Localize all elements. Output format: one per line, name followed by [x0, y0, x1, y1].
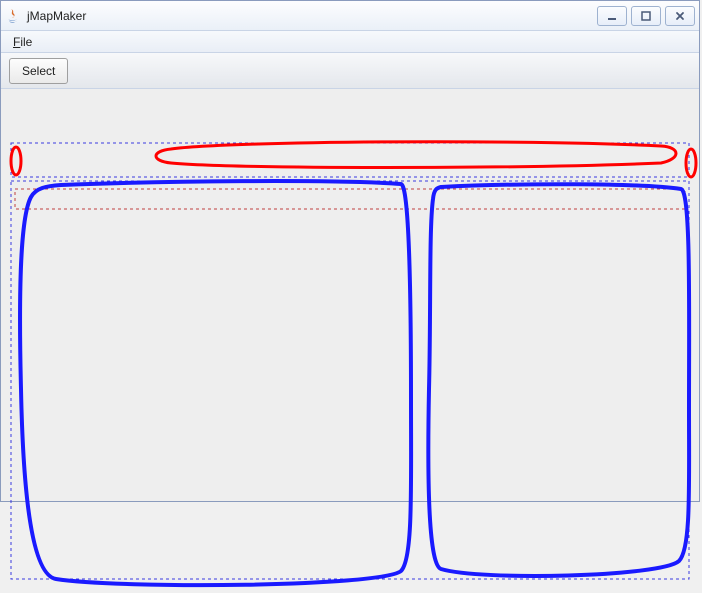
menu-file-rest: ile: [20, 35, 32, 49]
window-title: jMapMaker: [27, 9, 597, 23]
titlebar: jMapMaker: [1, 1, 699, 31]
menu-file[interactable]: File: [7, 33, 38, 51]
toolbar: Select: [1, 53, 699, 89]
app-window: jMapMaker File Select: [0, 0, 700, 502]
menubar: File: [1, 31, 699, 53]
java-icon: [5, 8, 21, 24]
window-controls: [597, 6, 695, 26]
minimize-button[interactable]: [597, 6, 627, 26]
content-area: [1, 89, 699, 501]
close-button[interactable]: [665, 6, 695, 26]
select-button[interactable]: Select: [9, 58, 68, 84]
annotation-layer: [1, 89, 701, 593]
maximize-button[interactable]: [631, 6, 661, 26]
